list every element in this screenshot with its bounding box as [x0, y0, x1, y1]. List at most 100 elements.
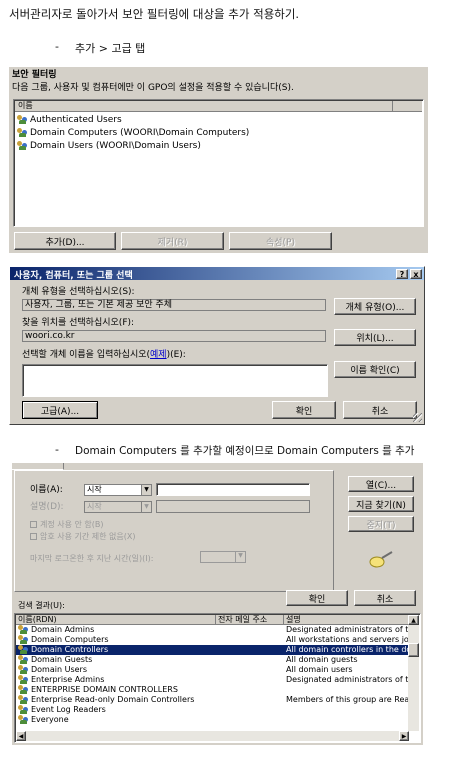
- disabled-accounts-checkbox[interactable]: 계정 사용 안 함(B): [30, 519, 104, 530]
- chevron-down-icon[interactable]: ▼: [141, 485, 151, 495]
- locations-button[interactable]: 위치(L)...: [334, 329, 416, 346]
- object-names-input[interactable]: [22, 364, 328, 397]
- find-now-button[interactable]: 지금 찾기(N): [348, 496, 414, 512]
- examples-link[interactable]: 예제: [150, 350, 167, 360]
- search-results-label: 검색 결과(U):: [18, 601, 65, 610]
- advanced-search-dialog: 이름(A): 시작 ▼ 설명(D): 시작 ▼ 계정 사용 안 함(B) 암호 사용…: [12, 463, 423, 745]
- scroll-right-icon[interactable]: ▶: [399, 731, 409, 741]
- panel-description: 다음 그룹, 사용자 및 컴퓨터에만 이 GPO의 설정을 적용할 수 있습니다…: [12, 83, 294, 93]
- name-operator-value: 시작: [87, 485, 102, 494]
- close-button[interactable]: x: [410, 269, 422, 279]
- list-item[interactable]: Domain Computers (WOORI\Domain Computers…: [17, 128, 249, 139]
- checkbox-icon: [30, 521, 37, 528]
- group-icon: [18, 625, 29, 634]
- row-name: Domain Guests: [31, 655, 93, 664]
- table-row[interactable]: Everyone: [18, 715, 406, 725]
- instruction-line-1: 서버관리자로 돌아가서 보안 필터링에 대상을 추가 적용하기.: [9, 7, 300, 21]
- group-icon: [18, 665, 29, 674]
- vertical-scrollbar[interactable]: ▲: [408, 615, 419, 731]
- group-icon: [17, 115, 28, 124]
- location-label: 찾을 위치를 선택하십시오(F):: [22, 318, 135, 328]
- scroll-left-icon[interactable]: ◀: [16, 731, 26, 741]
- instruction-line-3: Domain Computers 를 추가할 예정이므로 Domain Comp…: [75, 445, 415, 457]
- security-filtering-panel: 보안 필터링 다음 그룹, 사용자 및 컴퓨터에만 이 GPO의 설정을 적용할…: [9, 67, 428, 253]
- group-icon: [18, 655, 29, 664]
- scroll-up-icon[interactable]: ▲: [408, 615, 419, 625]
- principals-list[interactable]: 이름 Authenticated Users Domain Computers …: [13, 99, 424, 227]
- group-icon: [18, 695, 29, 704]
- column-name-header[interactable]: 이름(RDN): [16, 615, 216, 625]
- cancel-button[interactable]: 취소: [354, 590, 416, 606]
- description-label: 설명(D):: [30, 502, 64, 512]
- columns-button[interactable]: 열(C)...: [348, 476, 414, 492]
- group-icon: [17, 141, 28, 150]
- column-email-header[interactable]: 전자 메일 주소: [216, 615, 284, 625]
- object-names-label: 선택할 개체 이름을 입력하십시오(예제)(E):: [22, 350, 186, 361]
- scrollbar-thumb[interactable]: [408, 643, 419, 657]
- name-label: 이름(A):: [30, 485, 63, 495]
- chevron-down-icon[interactable]: ▼: [235, 552, 245, 562]
- name-operator-select[interactable]: 시작 ▼: [84, 484, 152, 496]
- object-types-button[interactable]: 개체 유형(O)...: [334, 298, 416, 315]
- row-description: All domain guests: [286, 655, 358, 664]
- resize-grip-icon[interactable]: [413, 413, 422, 422]
- table-row[interactable]: Enterprise Admins Designated administrato…: [18, 675, 408, 685]
- days-since-logon-select[interactable]: ▼: [200, 551, 246, 563]
- group-icon: [17, 128, 28, 137]
- checkbox-label: 암호 사용 기간 제한 없음(X): [40, 532, 136, 541]
- tab-common-queries[interactable]: [12, 463, 64, 470]
- group-icon: [18, 685, 29, 694]
- stop-button[interactable]: 중지(T): [348, 516, 414, 532]
- instruction-line-2: 추가 > 고급 탭: [75, 42, 146, 55]
- ok-button[interactable]: 확인: [272, 401, 336, 419]
- location-field: woori.co.kr: [22, 330, 326, 342]
- table-row-selected[interactable]: Domain Controllers All domain controllers…: [16, 645, 408, 655]
- row-description: Members of this group are Read: [286, 695, 408, 704]
- table-row[interactable]: Domain Computers All workstations and ser…: [18, 635, 408, 645]
- row-description: Designated administrators of the: [286, 675, 408, 684]
- search-results-list[interactable]: 이름(RDN) 전자 메일 주소 설명 Domain Admins Designa…: [14, 613, 421, 743]
- help-button[interactable]: ?: [396, 269, 408, 279]
- row-name: Everyone: [31, 715, 69, 724]
- table-row[interactable]: ENTERPRISE DOMAIN CONTROLLERS: [18, 685, 406, 695]
- table-row[interactable]: Domain Users All domain users: [18, 665, 406, 675]
- non-expiring-password-checkbox[interactable]: 암호 사용 기간 제한 없음(X): [30, 531, 136, 542]
- description-operator-select[interactable]: 시작 ▼: [84, 501, 152, 513]
- remove-button[interactable]: 제거(R): [121, 232, 224, 250]
- select-principal-dialog: 사용자, 컴퓨터, 또는 그룹 선택 ? x 개체 유형을 선택하십시오(S):…: [9, 266, 425, 425]
- names-label-suffix: )(E):: [166, 350, 186, 360]
- group-icon: [18, 645, 29, 654]
- object-type-label: 개체 유형을 선택하십시오(S):: [22, 287, 135, 297]
- name-value-input[interactable]: [156, 483, 310, 496]
- column-description-header[interactable]: 설명: [284, 615, 408, 625]
- table-row[interactable]: Event Log Readers: [18, 705, 406, 715]
- list-item-label: Authenticated Users: [30, 115, 122, 125]
- advanced-button[interactable]: 고급(A)...: [22, 401, 98, 419]
- checkbox-icon: [30, 533, 37, 540]
- ok-button[interactable]: 확인: [286, 590, 348, 606]
- list-item[interactable]: Authenticated Users: [17, 115, 122, 126]
- table-row[interactable]: Domain Guests All domain guests: [18, 655, 406, 665]
- list-item-label: Domain Users (WOORI\Domain Users): [30, 141, 201, 151]
- bullet-dash: -: [55, 443, 59, 456]
- table-row[interactable]: Enterprise Read-only Domain Controllers M…: [18, 695, 408, 705]
- chevron-down-icon[interactable]: ▼: [141, 502, 151, 512]
- horizontal-scrollbar[interactable]: ◀ ▶: [16, 731, 409, 741]
- days-since-logon-label: 마지막 로그온한 후 지난 시간(일)(I):: [30, 554, 154, 563]
- table-row[interactable]: Domain Admins Designated administrators o…: [18, 625, 408, 635]
- panel-title: 보안 필터링: [12, 70, 57, 80]
- names-label-prefix: 선택할 개체 이름을 입력하십시오(: [22, 350, 151, 360]
- properties-button[interactable]: 속성(P): [229, 232, 332, 250]
- row-name: ENTERPRISE DOMAIN CONTROLLERS: [31, 685, 178, 694]
- list-column-header[interactable]: 이름: [15, 101, 393, 112]
- cancel-button[interactable]: 취소: [343, 401, 417, 419]
- row-description: All workstations and servers join: [286, 635, 408, 644]
- row-description: All domain users: [286, 665, 353, 674]
- list-item[interactable]: Domain Users (WOORI\Domain Users): [17, 141, 201, 152]
- description-operator-value: 시작: [87, 502, 102, 511]
- add-button[interactable]: 추가(D)...: [14, 232, 116, 250]
- row-description: All domain controllers in the dom: [286, 645, 408, 654]
- group-icon: [18, 635, 29, 644]
- check-names-button[interactable]: 이름 확인(C): [334, 361, 416, 378]
- description-value-input[interactable]: [156, 500, 310, 513]
